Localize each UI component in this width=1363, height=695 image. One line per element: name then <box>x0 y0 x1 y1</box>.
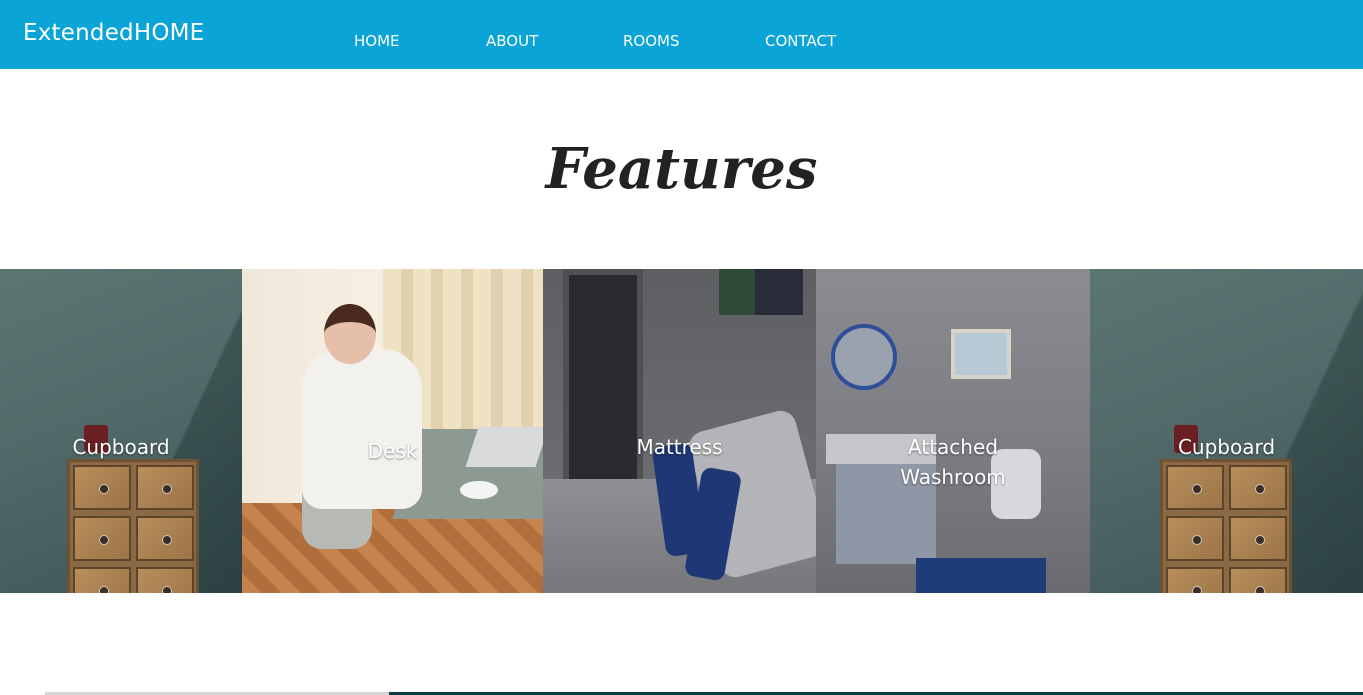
rug-image <box>916 558 1046 593</box>
feature-tile-desk[interactable]: Desk <box>242 269 543 593</box>
feature-tile-cupboard[interactable]: Cupboard <box>0 269 242 593</box>
feature-tile-mattress[interactable]: Mattress <box>543 269 816 593</box>
feature-label-line: Washroom <box>900 465 1006 489</box>
wall-art-image <box>755 269 803 315</box>
picture-frame-image <box>951 329 1011 379</box>
navbar: ExtendedHOME HOME ABOUT ROOMS CONTACT <box>0 0 1363 69</box>
features-title: Features <box>545 136 818 202</box>
cupboard-image <box>1160 459 1292 593</box>
nav-contact-link[interactable]: CONTACT <box>765 32 836 50</box>
features-carousel[interactable]: Cupboard Desk Mattress Attached Washroom <box>0 269 1363 593</box>
window-image <box>563 269 643 499</box>
nav-home-link[interactable]: HOME <box>354 32 400 50</box>
mirror-image <box>831 324 897 390</box>
person-head-image <box>324 304 376 364</box>
cupboard-image <box>67 459 199 593</box>
mouse-image <box>460 481 498 499</box>
feature-tile-cupboard[interactable]: Cupboard <box>1090 269 1363 593</box>
person-image <box>302 349 422 509</box>
feature-tile-washroom[interactable]: Attached Washroom <box>816 269 1090 593</box>
feature-label: Desk <box>367 439 418 463</box>
feature-label: Attached Washroom <box>816 432 1090 492</box>
nav-about-link[interactable]: ABOUT <box>486 32 538 50</box>
feature-label: Mattress <box>636 435 723 459</box>
nav-rooms-link[interactable]: ROOMS <box>623 32 680 50</box>
brand-logo[interactable]: ExtendedHOME <box>23 20 204 46</box>
feature-label: Cupboard <box>72 435 170 459</box>
feature-label-line: Attached <box>908 435 998 459</box>
feature-label: Cupboard <box>1177 435 1276 459</box>
